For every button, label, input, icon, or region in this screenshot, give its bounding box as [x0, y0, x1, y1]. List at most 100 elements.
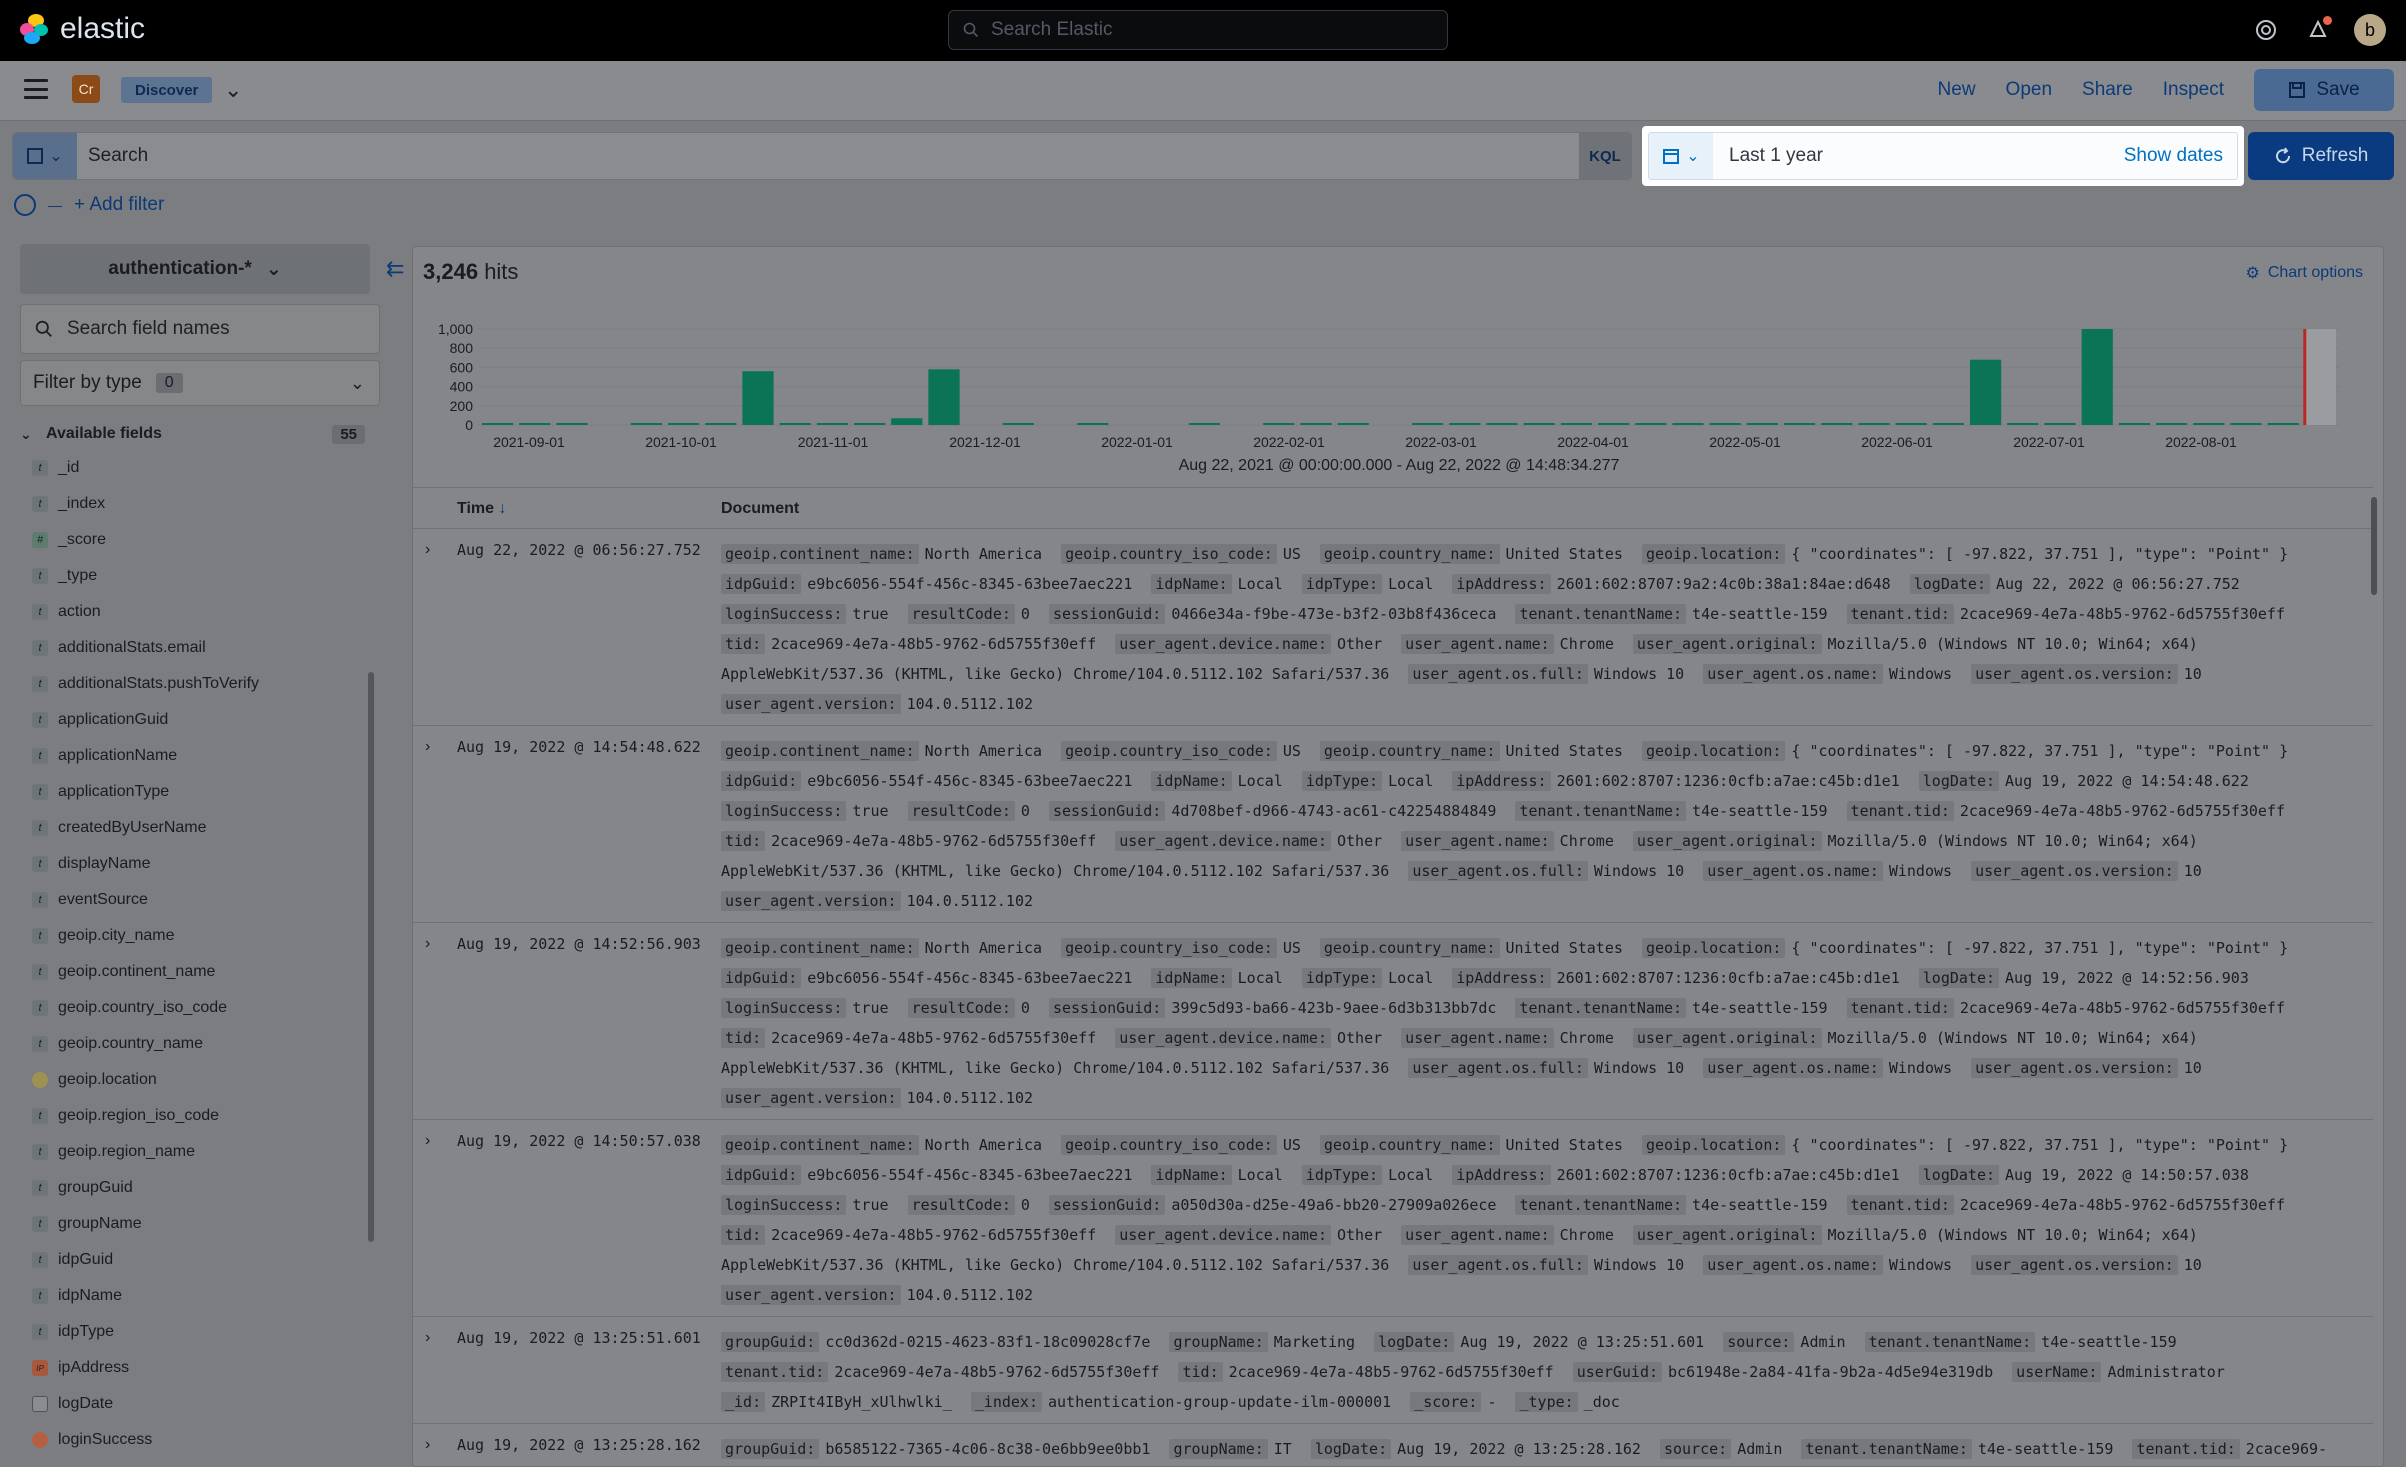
field-item-groupName[interactable]: t groupName: [20, 1206, 365, 1242]
help-icon[interactable]: [2250, 14, 2282, 46]
field-item-applicationType[interactable]: t applicationType: [20, 774, 365, 810]
query-language-button[interactable]: KQL: [1579, 133, 1631, 179]
field-item-geoip-country-iso-code[interactable]: t geoip.country_iso_code: [20, 990, 365, 1026]
histogram-bar[interactable]: [1821, 423, 1853, 425]
histogram-bar[interactable]: [1970, 359, 2002, 425]
histogram-bar[interactable]: [2304, 329, 2336, 425]
histogram-bar[interactable]: [1709, 423, 1741, 425]
histogram-chart[interactable]: 1,000 800 600 400 200 0 2021-09-01 2021-10-01 20…: [413, 307, 2384, 457]
global-search-input[interactable]: Search Elastic: [948, 10, 1448, 50]
filter-by-type-button[interactable]: Filter by type 0 ⌄: [20, 360, 380, 406]
field-item-groupGuid[interactable]: t groupGuid: [20, 1170, 365, 1206]
field-item-logDate[interactable]: logDate: [20, 1386, 365, 1422]
field-item-additionalStats-email[interactable]: t additionalStats.email: [20, 630, 365, 666]
field-item-geoip-location[interactable]: geoip.location: [20, 1062, 365, 1098]
histogram-bar[interactable]: [928, 369, 960, 425]
index-pattern-selector[interactable]: authentication-* ⌄: [20, 244, 370, 294]
field-item-createdByUserName[interactable]: t createdByUserName: [20, 810, 365, 846]
histogram-bar[interactable]: [2044, 423, 2076, 425]
open-link[interactable]: Open: [2006, 79, 2052, 101]
field-item-geoip-city-name[interactable]: t geoip.city_name: [20, 918, 365, 954]
histogram-bar[interactable]: [1560, 423, 1592, 425]
histogram-bar[interactable]: [1784, 423, 1816, 425]
field-item-additionalStats-pushToVerify[interactable]: t additionalStats.pushToVerify: [20, 666, 365, 702]
histogram-bar[interactable]: [779, 423, 811, 425]
date-range-label[interactable]: Last 1 year: [1729, 145, 1823, 167]
field-item-applicationGuid[interactable]: t applicationGuid: [20, 702, 365, 738]
sidebar-scrollbar[interactable]: [368, 672, 374, 1242]
chart-options-button[interactable]: ⚙ Chart options: [2245, 263, 2363, 283]
field-item-geoip-region-iso-code[interactable]: t geoip.region_iso_code: [20, 1098, 365, 1134]
histogram-bar[interactable]: [1337, 423, 1369, 425]
filter-menu-icon[interactable]: [14, 194, 36, 216]
histogram-bar[interactable]: [1449, 423, 1481, 425]
histogram-bar[interactable]: [2081, 329, 2113, 425]
share-link[interactable]: Share: [2082, 79, 2133, 101]
field-item-idpGuid[interactable]: t idpGuid: [20, 1242, 365, 1278]
table-scrollbar[interactable]: [2371, 497, 2377, 595]
histogram-bar[interactable]: [2193, 423, 2225, 425]
field-item-ipAddress[interactable]: IP ipAddress: [20, 1350, 365, 1386]
histogram-bar[interactable]: [1263, 423, 1295, 425]
histogram-bar[interactable]: [1188, 423, 1220, 425]
saved-query-button[interactable]: ⌄: [13, 133, 77, 179]
chevron-down-icon[interactable]: ⌄: [224, 77, 242, 103]
field-item-id[interactable]: t _id: [20, 450, 365, 486]
histogram-bar[interactable]: [519, 423, 551, 425]
space-avatar[interactable]: Cr: [72, 75, 100, 103]
field-item-geoip-region-name[interactable]: t geoip.region_name: [20, 1134, 365, 1170]
field-item-idpType[interactable]: t idpType: [20, 1314, 365, 1350]
histogram-bar[interactable]: [1523, 423, 1555, 425]
histogram-bar[interactable]: [1412, 423, 1444, 425]
histogram-bar[interactable]: [1598, 423, 1630, 425]
field-item-index[interactable]: t _index: [20, 486, 365, 522]
histogram-bar[interactable]: [742, 371, 774, 425]
histogram-bar[interactable]: [816, 423, 848, 425]
inspect-link[interactable]: Inspect: [2163, 79, 2224, 101]
histogram-bar[interactable]: [705, 423, 737, 425]
histogram-bar[interactable]: [556, 423, 588, 425]
histogram-bar[interactable]: [854, 423, 886, 425]
field-item-geoip-continent-name[interactable]: t geoip.continent_name: [20, 954, 365, 990]
add-filter-button[interactable]: + Add filter: [74, 194, 164, 216]
histogram-bar[interactable]: [1635, 423, 1667, 425]
field-item-displayName[interactable]: t displayName: [20, 846, 365, 882]
refresh-button[interactable]: Refresh: [2248, 132, 2394, 180]
field-item-action[interactable]: t action: [20, 594, 365, 630]
histogram-bar[interactable]: [1895, 423, 1927, 425]
menu-icon[interactable]: [24, 79, 48, 99]
field-item-eventSource[interactable]: t eventSource: [20, 882, 365, 918]
histogram-bar[interactable]: [2267, 423, 2299, 425]
expand-row-icon[interactable]: ›: [425, 1132, 430, 1150]
new-link[interactable]: New: [1938, 79, 1976, 101]
histogram-bar[interactable]: [482, 423, 514, 425]
elastic-logo[interactable]: elastic: [20, 12, 145, 46]
save-button[interactable]: Save: [2254, 69, 2394, 111]
expand-row-icon[interactable]: ›: [425, 1329, 430, 1347]
histogram-bar[interactable]: [1672, 423, 1704, 425]
time-column-header[interactable]: Time ↓: [457, 500, 507, 518]
expand-row-icon[interactable]: ›: [425, 1436, 430, 1454]
user-avatar[interactable]: b: [2354, 14, 2386, 46]
collapse-sidebar-icon[interactable]: ⇇: [386, 256, 404, 282]
histogram-bar[interactable]: [2118, 423, 2150, 425]
histogram-bar[interactable]: [1486, 423, 1518, 425]
histogram-bar[interactable]: [1858, 423, 1890, 425]
field-item-score[interactable]: # _score: [20, 522, 365, 558]
query-input[interactable]: Search: [88, 145, 148, 167]
field-item-applicationName[interactable]: t applicationName: [20, 738, 365, 774]
histogram-bar[interactable]: [1077, 423, 1109, 425]
field-item-loginSuccess[interactable]: loginSuccess: [20, 1422, 365, 1458]
field-search-input[interactable]: Search field names: [20, 304, 380, 354]
expand-row-icon[interactable]: ›: [425, 935, 430, 953]
expand-row-icon[interactable]: ›: [425, 541, 430, 559]
field-item-idpName[interactable]: t idpName: [20, 1278, 365, 1314]
news-feed-icon[interactable]: [2302, 14, 2334, 46]
histogram-bar[interactable]: [2230, 423, 2262, 425]
histogram-bar[interactable]: [1300, 423, 1332, 425]
histogram-bar[interactable]: [1932, 423, 1964, 425]
histogram-bar[interactable]: [1746, 423, 1778, 425]
histogram-bar[interactable]: [668, 423, 700, 425]
expand-row-icon[interactable]: ›: [425, 738, 430, 756]
breadcrumb-discover[interactable]: Discover: [121, 77, 213, 103]
